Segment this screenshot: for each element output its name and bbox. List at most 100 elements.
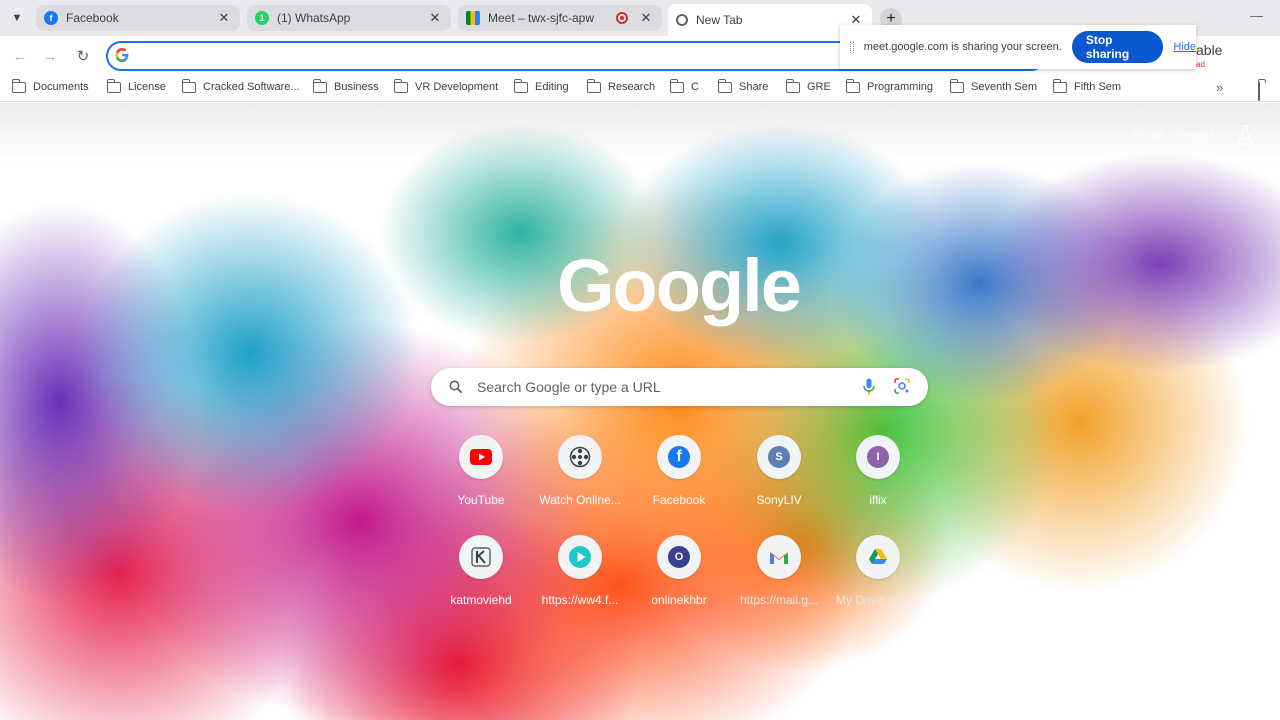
folder-icon: [785, 78, 800, 93]
search-icon: [449, 380, 463, 394]
bookmarks-bar: Documents License Cracked Software... Bu…: [0, 76, 1280, 102]
bookmark-folder[interactable]: Editing: [513, 78, 569, 93]
shortcut-watch-online[interactable]: Watch Online...: [530, 435, 630, 507]
bookmark-folder[interactable]: Seventh Sem: [949, 78, 1037, 93]
i-letter-icon: I: [867, 446, 889, 468]
labs-flask-icon[interactable]: [1236, 125, 1254, 145]
folder-icon: [106, 78, 121, 93]
bookmark-folder[interactable]: Research: [586, 78, 656, 93]
tab-title: (1) WhatsApp: [277, 11, 351, 25]
facebook-favicon-icon: f: [44, 11, 58, 25]
bookmark-label: Documents: [33, 81, 89, 93]
bookmark-label: VR Development: [415, 81, 499, 93]
bookmark-folder[interactable]: Fifth Sem: [1052, 78, 1121, 93]
bookmark-folder[interactable]: VR Development: [393, 78, 499, 93]
folder-icon: [949, 78, 964, 93]
shortcut-iflix[interactable]: I iflix: [828, 435, 928, 507]
tab-meet[interactable]: Meet – twx-sjfc-apw ✕: [458, 5, 662, 31]
shortcut-tile[interactable]: [558, 435, 602, 479]
tab-title: New Tab: [696, 13, 743, 27]
shortcut-youtube[interactable]: YouTube: [431, 435, 531, 507]
shortcut-label: iflix: [869, 493, 887, 507]
shortcut-tile[interactable]: S: [757, 435, 801, 479]
obscured-text: able: [1196, 42, 1223, 58]
shortcut-facebook[interactable]: f Facebook: [629, 435, 729, 507]
google-g-icon: [115, 48, 131, 64]
youtube-icon: [470, 449, 492, 465]
shortcut-katmoviehd[interactable]: katmoviehd: [431, 535, 531, 607]
search-box[interactable]: [431, 368, 928, 406]
obscured-panel: able ad: [1196, 38, 1280, 74]
tab-whatsapp[interactable]: 1 (1) WhatsApp ✕: [247, 5, 451, 31]
gmail-link[interactable]: Gmail: [1132, 128, 1163, 142]
back-arrow-icon[interactable]: ←: [10, 46, 30, 66]
shortcut-my-drive[interactable]: My Drive - Go...: [828, 535, 928, 607]
shortcut-ww4[interactable]: https://ww4.f...: [530, 535, 630, 607]
shortcut-tile[interactable]: [757, 535, 801, 579]
chevron-double-right-icon[interactable]: »: [1216, 80, 1223, 95]
recording-icon: [616, 12, 628, 24]
minimize-icon[interactable]: —: [1250, 8, 1263, 23]
new-tab-page: Gmail Images Google Search Google or typ…: [0, 103, 1280, 720]
folder-icon: [513, 78, 528, 93]
google-drive-icon: [869, 549, 887, 564]
search-input[interactable]: [477, 379, 847, 395]
shortcut-tile[interactable]: [459, 535, 503, 579]
gmail-icon: [770, 551, 788, 564]
shortcut-label: https://ww4.f...: [541, 593, 619, 607]
shortcut-tile[interactable]: [459, 435, 503, 479]
whatsapp-favicon-icon: 1: [255, 11, 269, 25]
bookmark-folder[interactable]: Share: [717, 78, 768, 93]
bookmark-folder[interactable]: Business: [312, 78, 379, 93]
shortcut-label: SonyLIV: [756, 493, 802, 507]
close-icon[interactable]: ✕: [427, 10, 443, 26]
k-logo-icon: [471, 547, 491, 567]
reload-icon[interactable]: ↻: [73, 46, 93, 66]
tab-title: Meet – twx-sjfc-apw: [488, 11, 595, 25]
shortcut-label: Facebook: [652, 493, 706, 507]
screen-sharing-bar: meet.google.com is sharing your screen. …: [840, 25, 1196, 69]
folder-icon: [717, 78, 732, 93]
shortcut-tile[interactable]: O: [657, 535, 701, 579]
shortcut-onlinekhbr[interactable]: O onlinekhbr: [629, 535, 729, 607]
tab-facebook[interactable]: f Facebook ✕: [36, 5, 240, 31]
shortcut-gmail[interactable]: https://mail.g...: [729, 535, 829, 607]
close-icon[interactable]: ✕: [216, 10, 232, 26]
voice-search-mic-icon[interactable]: [863, 378, 875, 396]
tab-search-chevron-icon[interactable]: ▼: [6, 7, 28, 29]
folder-icon: [1052, 78, 1067, 93]
folder-icon: [586, 78, 601, 93]
o-letter-icon: O: [668, 546, 690, 568]
shortcut-tile[interactable]: I: [856, 435, 900, 479]
stop-sharing-button[interactable]: Stop sharing: [1071, 31, 1164, 63]
bookmark-label: Programming: [867, 81, 934, 93]
images-link[interactable]: Images: [1176, 128, 1215, 142]
bookmark-folder[interactable]: GRE: [785, 78, 831, 93]
bookmark-folder[interactable]: Programming: [845, 78, 934, 93]
folder-icon[interactable]: [1258, 82, 1260, 101]
folder-icon: [669, 78, 684, 93]
shortcut-sonyliv[interactable]: S SonyLIV: [729, 435, 829, 507]
tab-title: Facebook: [66, 11, 119, 25]
shortcut-tile[interactable]: [558, 535, 602, 579]
bookmark-label: Cracked Software...: [203, 81, 300, 93]
forward-arrow-icon[interactable]: →: [40, 46, 60, 66]
shortcut-tile[interactable]: [856, 535, 900, 579]
hide-link[interactable]: Hide: [1173, 41, 1196, 53]
shortcut-label: onlinekhbr: [651, 593, 707, 607]
bookmark-folder[interactable]: Documents: [11, 78, 89, 93]
google-lens-icon[interactable]: [894, 378, 910, 394]
shortcut-tile[interactable]: f: [657, 435, 701, 479]
shortcut-label: My Drive - Go...: [835, 593, 920, 607]
folder-icon: [845, 78, 860, 93]
bookmark-folder[interactable]: Cracked Software...: [181, 78, 300, 93]
bookmark-folder[interactable]: C: [669, 78, 699, 93]
bookmark-label: Research: [608, 81, 656, 93]
bookmark-label: Business: [334, 81, 379, 93]
drag-handle-icon[interactable]: [850, 41, 854, 53]
film-reel-icon: [569, 446, 591, 468]
bookmark-folder[interactable]: License: [106, 78, 166, 93]
close-icon[interactable]: ✕: [638, 10, 654, 26]
folder-icon: [312, 78, 327, 93]
chrome-favicon-icon: [676, 14, 688, 26]
